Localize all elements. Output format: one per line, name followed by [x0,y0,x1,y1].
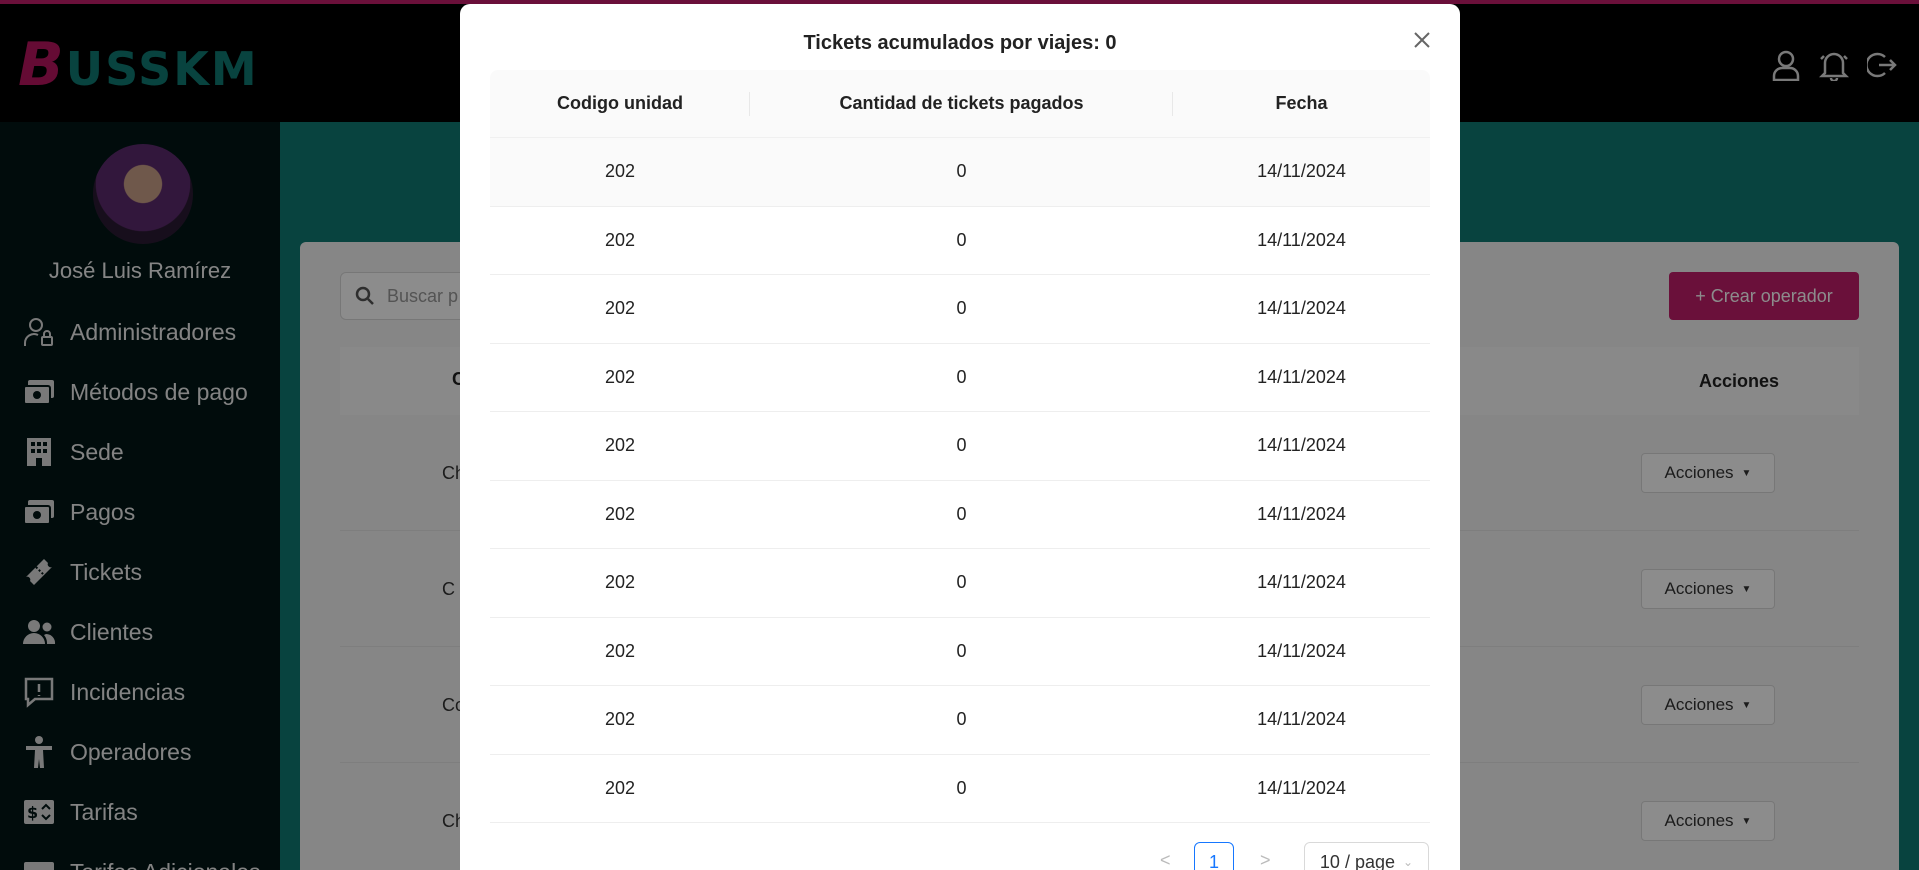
chevron-down-icon: ⌄ [1403,855,1414,869]
tickets-modal: Tickets acumulados por viajes: 0 Codigo … [460,4,1460,870]
cell-codigo: 202 [604,229,636,250]
cell-cantidad: 0 [956,709,967,730]
cell-cantidad: 0 [956,298,967,319]
table-row: 202 0 14/11/2024 [490,275,1430,344]
cell-cantidad: 0 [956,503,967,524]
cell-fecha: 14/11/2024 [1257,777,1346,798]
cell-codigo: 202 [604,640,636,661]
table-row: 202 0 14/11/2024 [490,549,1430,618]
cell-codigo: 202 [604,366,636,387]
cell-codigo: 202 [604,572,636,593]
table-row: 202 0 14/11/2024 [490,207,1430,275]
tickets-table-header: Codigo unidad Cantidad de tickets pagado… [490,70,1430,138]
page-size-select[interactable]: 10 / page ⌄ [1304,842,1429,870]
table-row: 202 0 14/11/2024 [490,686,1430,755]
cell-codigo: 202 [604,435,636,456]
cell-fecha: 14/11/2024 [1257,435,1346,456]
cell-fecha: 14/11/2024 [1257,366,1346,387]
cell-fecha: 14/11/2024 [1257,709,1346,730]
close-icon[interactable] [1408,26,1436,54]
table-row: 202 0 14/11/2024 [490,755,1430,823]
pagination: < 1 > 10 / page ⌄ [460,842,1460,870]
column-header-cantidad-tickets: Cantidad de tickets pagados [750,70,1173,137]
cell-codigo: 202 [604,298,636,319]
cell-codigo: 202 [604,161,636,182]
cell-cantidad: 0 [956,366,967,387]
column-header-codigo-unidad: Codigo unidad [490,70,750,137]
table-row: 202 0 14/11/2024 [490,412,1430,481]
cell-fecha: 14/11/2024 [1257,503,1346,524]
cell-cantidad: 0 [956,640,967,661]
cell-fecha: 14/11/2024 [1257,161,1346,182]
cell-cantidad: 0 [956,777,967,798]
tickets-table: Codigo unidad Cantidad de tickets pagado… [490,70,1430,823]
pagination-page-1[interactable]: 1 [1194,842,1234,870]
cell-codigo: 202 [604,777,636,798]
cell-cantidad: 0 [956,435,967,456]
cell-cantidad: 0 [956,161,967,182]
table-row: 202 0 14/11/2024 [490,138,1430,207]
table-row: 202 0 14/11/2024 [490,344,1430,412]
modal-title: Tickets acumulados por viajes: 0 [803,32,1117,54]
cell-fecha: 14/11/2024 [1257,229,1346,250]
pagination-next-button[interactable]: > [1260,850,1271,870]
cell-fecha: 14/11/2024 [1257,298,1346,319]
cell-fecha: 14/11/2024 [1257,640,1346,661]
column-header-fecha: Fecha [1275,93,1328,113]
table-row: 202 0 14/11/2024 [490,618,1430,686]
cell-cantidad: 0 [956,229,967,250]
cell-codigo: 202 [604,709,636,730]
table-row: 202 0 14/11/2024 [490,481,1430,549]
cell-codigo: 202 [604,503,636,524]
cell-cantidad: 0 [956,572,967,593]
cell-fecha: 14/11/2024 [1257,572,1346,593]
pagination-prev-button[interactable]: < [1160,850,1171,870]
